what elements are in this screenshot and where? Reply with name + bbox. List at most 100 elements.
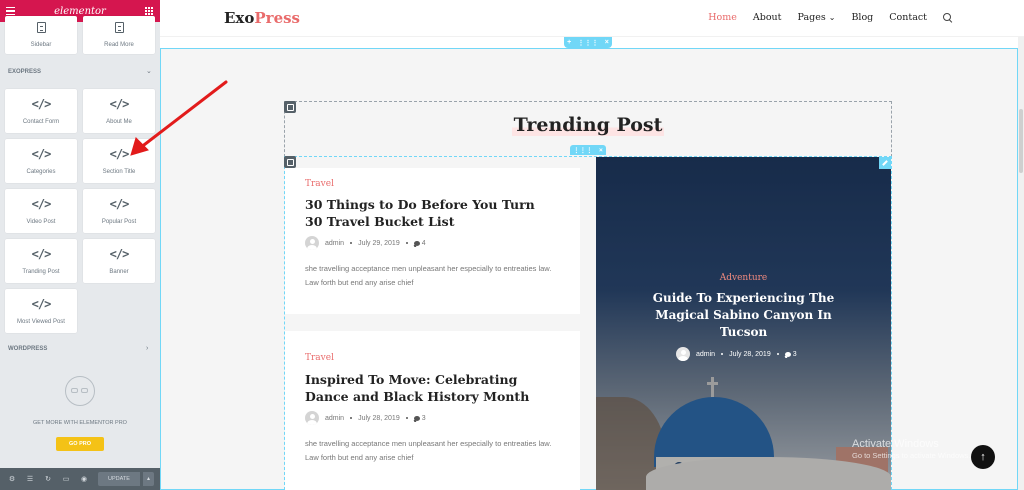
code-icon: </> (109, 97, 130, 111)
comment-icon (413, 240, 420, 246)
avatar (305, 236, 319, 250)
category-exopress[interactable]: EXOPRESS (8, 69, 41, 75)
featured-post[interactable]: Adventure Guide To Experiencing The Magi… (596, 157, 891, 490)
widget-about-me[interactable]: </> About Me (83, 89, 155, 133)
featured-category[interactable]: Adventure (596, 273, 891, 283)
widget-categories[interactable]: </> Categories (5, 139, 77, 183)
post-date: July 28, 2019 (358, 414, 400, 422)
watermark-title: Activate Windows (852, 438, 939, 450)
add-section-icon[interactable]: + (567, 39, 571, 46)
nav-home[interactable]: Home (708, 12, 737, 23)
widget-label: Video Post (26, 219, 56, 225)
post-category[interactable]: Travel (305, 353, 334, 363)
main-nav: Home About Pages ⌄ Blog Contact (708, 12, 952, 23)
search-icon[interactable] (943, 13, 952, 22)
widget-label: Categories (26, 169, 56, 175)
comment-count: 3 (792, 350, 797, 358)
post-card[interactable]: Travel 30 Things to Do Before You Turn 3… (285, 168, 580, 314)
nav-pages[interactable]: Pages ⌄ (797, 12, 835, 23)
post-comments[interactable]: 4 (413, 239, 426, 247)
featured-author[interactable]: admin (696, 351, 715, 358)
delete-section-icon[interactable]: × (605, 39, 609, 46)
column-handle-icon[interactable] (284, 156, 296, 168)
nav-contact[interactable]: Contact (889, 12, 927, 23)
widget-label: Contact Form (22, 119, 60, 125)
widget-label: Popular Post (101, 219, 137, 225)
widget-label: Read More (104, 42, 134, 48)
widget-video-post[interactable]: </> Video Post (5, 189, 77, 233)
scrollbar-thumb[interactable] (1019, 109, 1023, 173)
widget-tranding-post[interactable]: </> Tranding Post (5, 239, 77, 283)
scroll-to-top-button[interactable]: ↑ (971, 445, 995, 469)
navigator-icon[interactable]: ☰ (22, 475, 38, 483)
featured-title[interactable]: Guide To Experiencing The Magical Sabino… (646, 290, 841, 341)
nav-blog[interactable]: Blog (851, 12, 873, 23)
site-logo-part-1: Exo (224, 9, 255, 27)
chevron-down-icon: ⌄ (828, 13, 836, 22)
avatar (676, 347, 690, 361)
widget-sidebar[interactable]: Sidebar (5, 16, 77, 54)
post-excerpt: she travelling acceptance men unpleasant… (305, 439, 552, 462)
settings-icon[interactable]: ⚙ (4, 475, 20, 483)
category-wordpress[interactable]: WORDPRESS (8, 346, 47, 352)
post-title[interactable]: Inspired To Move: Celebrating Dance and … (305, 371, 555, 405)
post-title[interactable]: 30 Things to Do Before You Turn 30 Trave… (305, 196, 555, 230)
read-more-icon (114, 22, 124, 33)
comment-icon (784, 351, 791, 357)
code-icon: </> (109, 197, 130, 211)
scrollbar[interactable] (1018, 37, 1024, 490)
section-title-text: Trending Post (511, 114, 665, 136)
delete-section-icon[interactable]: × (599, 147, 603, 154)
watermark-subtitle: Go to Settings to activate Windows. (852, 451, 971, 460)
post-author[interactable]: admin (325, 415, 344, 422)
nav-about[interactable]: About (753, 12, 782, 23)
comment-count: 4 (421, 239, 426, 247)
widget-label: Tranding Post (22, 269, 60, 275)
widget-banner[interactable]: </> Banner (83, 239, 155, 283)
widget-section-title[interactable]: </> Section Title (83, 139, 155, 183)
responsive-mode-icon[interactable]: ▭ (58, 475, 74, 483)
featured-comments[interactable]: 3 (784, 350, 797, 358)
inner-section-handle[interactable]: ⋮⋮⋮ × (570, 145, 606, 155)
update-options-caret-icon[interactable]: ▴ (142, 472, 154, 486)
post-excerpt: she travelling acceptance men unpleasant… (305, 264, 552, 287)
widget-label: Most Viewed Post (17, 319, 65, 325)
drag-handle-icon[interactable]: ⋮⋮⋮ (577, 39, 598, 47)
separator-dot (350, 242, 353, 244)
windows-activation-watermark: Activate Windows Go to Settings to activ… (852, 438, 970, 460)
post-author[interactable]: admin (325, 240, 344, 247)
featured-date: July 28, 2019 (729, 350, 771, 358)
widgets-grid-icon[interactable] (144, 7, 154, 15)
chevron-right-icon[interactable]: › (146, 345, 148, 352)
site-logo[interactable]: ExoPress (224, 9, 300, 27)
code-icon: </> (31, 147, 52, 161)
history-icon[interactable]: ↻ (40, 475, 56, 483)
widget-read-more[interactable]: Read More (83, 16, 155, 54)
separator-dot (721, 353, 724, 355)
chevron-down-icon[interactable]: ⌄ (146, 67, 152, 75)
code-icon: </> (31, 97, 52, 111)
pro-promo: GET MORE WITH ELEMENTOR PRO GO PRO (0, 366, 160, 451)
widget-label: Section Title (102, 169, 136, 175)
avatar (305, 411, 319, 425)
post-category[interactable]: Travel (305, 179, 334, 189)
widget-most-viewed-post[interactable]: </> Most Viewed Post (5, 289, 77, 333)
preview-eye-icon[interactable]: ◉ (76, 475, 92, 483)
pro-promo-text: GET MORE WITH ELEMENTOR PRO (33, 420, 127, 426)
column-handle-icon[interactable] (284, 101, 296, 113)
section-handle[interactable]: + ⋮⋮⋮ × (564, 37, 612, 48)
site-preview: ExoPress Home About Pages ⌄ Blog Contact… (160, 0, 1024, 490)
post-card[interactable]: Travel Inspired To Move: Celebrating Dan… (285, 331, 580, 490)
site-logo-part-2: Press (254, 9, 301, 27)
drag-handle-icon[interactable]: ⋮⋮⋮ (573, 146, 593, 154)
widget-label: Banner (109, 269, 129, 275)
widget-popular-post[interactable]: </> Popular Post (83, 189, 155, 233)
menu-icon[interactable] (6, 6, 15, 16)
post-comments[interactable]: 3 (413, 415, 426, 422)
edit-pencil-icon[interactable] (879, 157, 891, 169)
code-icon: </> (109, 147, 130, 161)
update-button[interactable]: UPDATE (98, 472, 140, 486)
widget-contact-form[interactable]: </> Contact Form (5, 89, 77, 133)
go-pro-button[interactable]: GO PRO (56, 437, 104, 451)
featured-meta: admin July 28, 2019 3 (676, 347, 797, 361)
